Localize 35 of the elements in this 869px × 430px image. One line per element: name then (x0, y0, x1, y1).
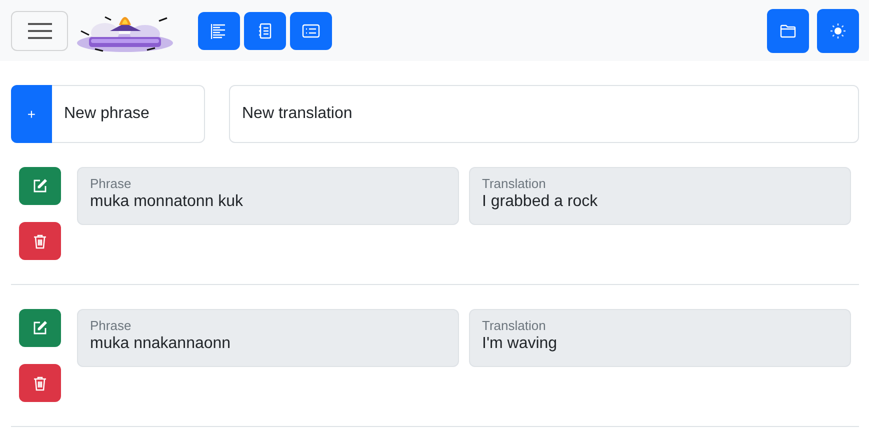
trash-icon (33, 376, 47, 390)
list-icon (211, 22, 227, 38)
field-label: Phrase (90, 176, 132, 191)
open-folder-button[interactable] (767, 8, 809, 52)
delete-button[interactable] (19, 364, 61, 402)
menu-button[interactable] (11, 10, 68, 50)
edit-button[interactable] (19, 167, 61, 205)
translation-field[interactable]: Translation I'm waving (469, 309, 851, 367)
add-button[interactable]: + (11, 85, 52, 143)
folder-icon (780, 24, 796, 38)
trash-icon (33, 234, 47, 248)
theme-toggle-button[interactable] (817, 8, 859, 52)
card-view-button[interactable] (290, 12, 332, 50)
delete-button[interactable] (19, 222, 61, 260)
notebook-icon (257, 22, 273, 38)
edit-icon (33, 321, 47, 335)
card-icon (302, 22, 320, 38)
edit-button[interactable] (19, 309, 61, 347)
field-label: Translation (482, 176, 547, 191)
field-value: muka monnatonn kuk (90, 193, 244, 211)
field-value: I grabbed a rock (482, 193, 599, 211)
field-value: muka nnakannaonn (90, 335, 232, 353)
translation-field[interactable]: Translation I grabbed a rock (469, 167, 851, 225)
translation-input[interactable]: New translation (229, 85, 859, 143)
phrase-field[interactable]: Phrase muka monnatonn kuk (77, 167, 459, 225)
sun-icon (830, 22, 846, 38)
field-label: Phrase (90, 318, 132, 333)
list-view-button[interactable] (198, 12, 240, 50)
menu-icon (26, 20, 52, 40)
phrase-field[interactable]: Phrase muka nnakannaonn (77, 309, 459, 367)
field-value: I'm waving (482, 335, 558, 353)
notebook-view-button[interactable] (244, 12, 286, 50)
field-label: Translation (482, 318, 547, 333)
edit-icon (33, 179, 47, 193)
phrase-input[interactable]: New phrase (52, 85, 205, 143)
